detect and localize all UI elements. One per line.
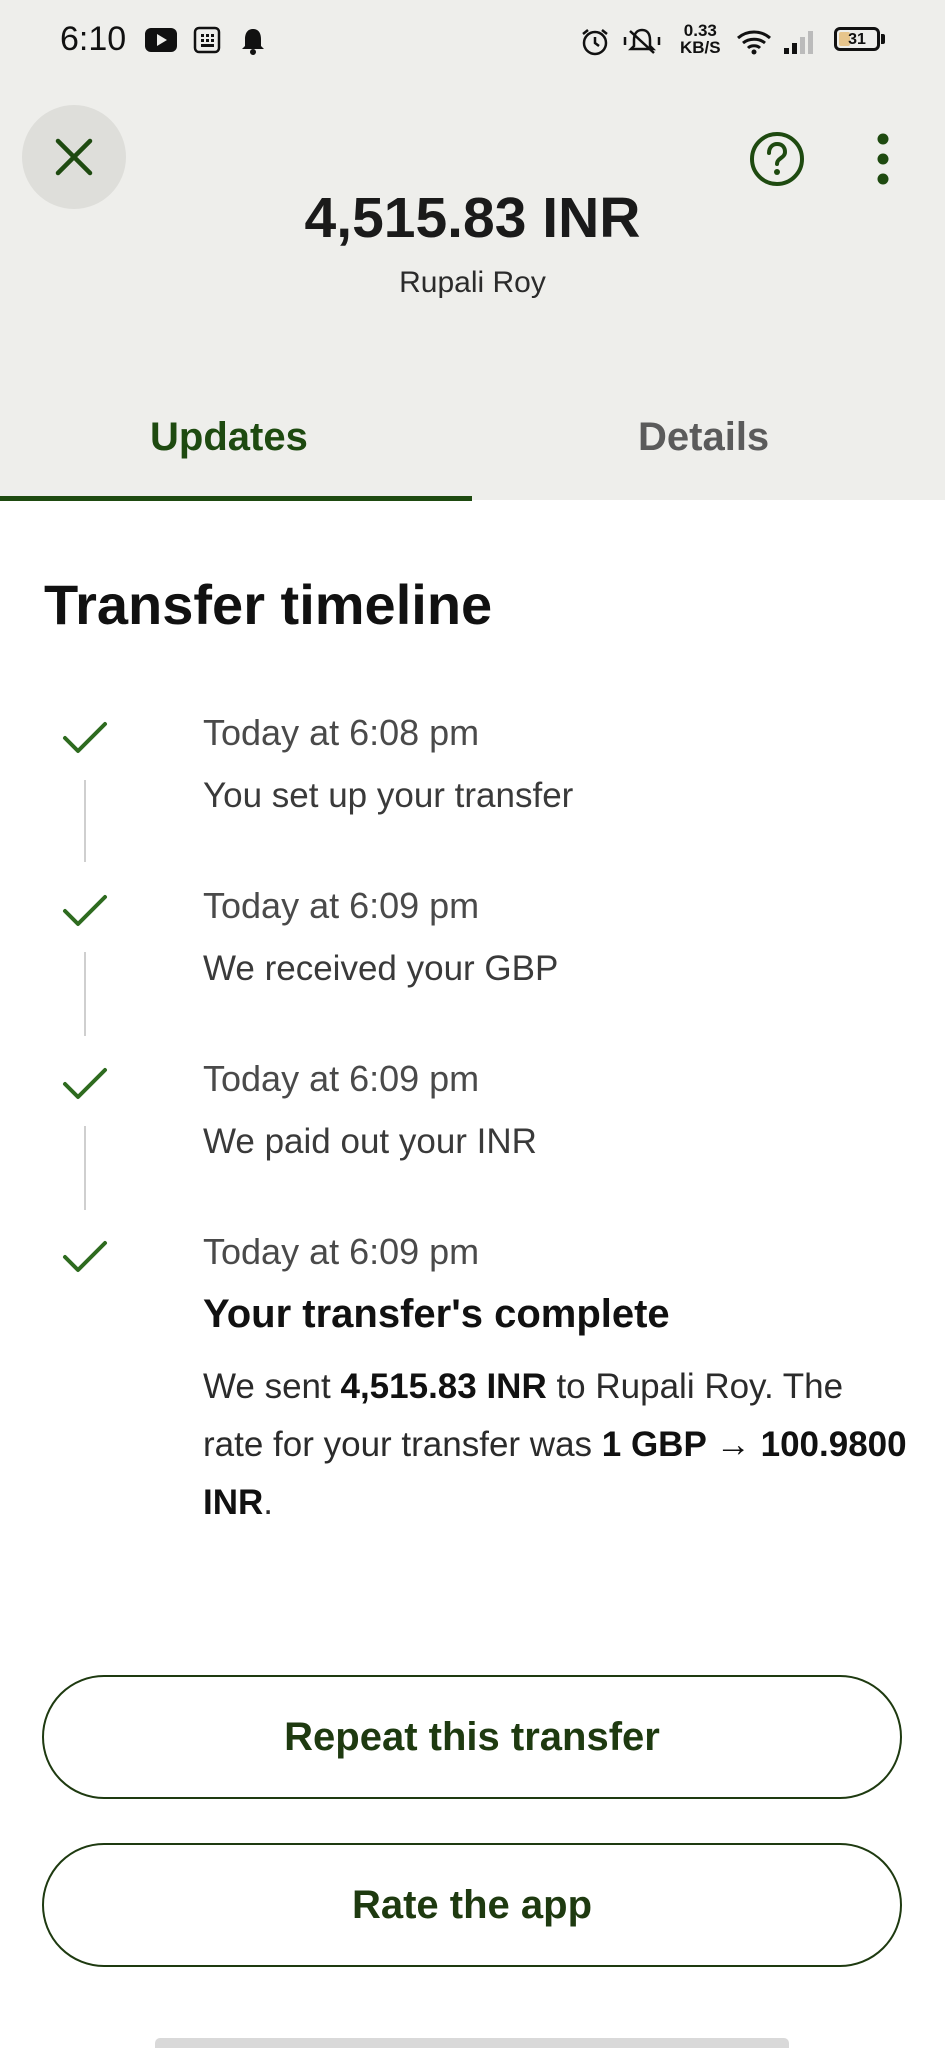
check-icon <box>63 1241 107 1272</box>
completion-body: We sent 4,515.83 INR to Rupali Roy. The … <box>203 1358 913 1532</box>
timeline-connector <box>84 952 86 1036</box>
timeline-connector <box>84 1126 86 1210</box>
mute-icon <box>623 28 661 54</box>
net-speed-unit: KB/S <box>680 38 721 57</box>
status-time: 6:10 <box>60 20 127 58</box>
check-icon <box>63 895 107 926</box>
timeline-title: Transfer timeline <box>44 573 493 636</box>
check-icon <box>63 1068 107 1099</box>
event-description: We paid out your INR <box>203 1122 537 1161</box>
event-time: Today at 6:09 pm <box>203 1058 480 1099</box>
youtube-icon <box>145 28 177 52</box>
more-vertical-icon[interactable] <box>873 130 893 188</box>
event-time: Today at 6:09 pm <box>203 885 480 926</box>
rate-app-button[interactable]: Rate the app <box>42 1843 902 1967</box>
close-icon <box>55 138 93 176</box>
bell-icon <box>242 29 264 55</box>
calculator-icon <box>193 26 221 54</box>
repeat-transfer-button[interactable]: Repeat this transfer <box>42 1675 902 1799</box>
completion-heading: Your transfer's complete <box>203 1292 670 1336</box>
check-icon <box>63 722 107 753</box>
battery-nub <box>881 34 885 44</box>
home-indicator[interactable] <box>155 2038 789 2048</box>
tab-updates[interactable]: Updates <box>150 415 308 460</box>
help-circle-icon[interactable] <box>748 130 806 188</box>
event-time: Today at 6:09 pm <box>203 1231 480 1272</box>
recipient-name: Rupali Roy <box>399 266 546 299</box>
tab-details[interactable]: Details <box>638 415 769 460</box>
signal-icon <box>784 31 813 54</box>
body-text: We sent <box>203 1367 341 1406</box>
sent-amount: 4,515.83 INR <box>340 1367 547 1406</box>
net-speed: 0.33 KB/S <box>680 22 721 56</box>
wifi-icon <box>737 30 771 55</box>
transfer-amount: 4,515.83 INR <box>304 186 641 250</box>
status-bar: 6:10 0.33 KB/S 31 <box>0 0 945 86</box>
event-time: Today at 6:08 pm <box>203 712 480 753</box>
battery-icon: 31 <box>834 27 880 51</box>
body-text: . <box>263 1483 274 1522</box>
timeline-connector <box>84 780 86 862</box>
battery-percent: 31 <box>848 31 866 48</box>
net-speed-value: 0.33 <box>683 21 717 40</box>
alarm-icon <box>582 29 608 56</box>
event-description: You set up your transfer <box>203 776 574 815</box>
tab-active-indicator <box>0 496 472 501</box>
event-description: We received your GBP <box>203 949 559 988</box>
